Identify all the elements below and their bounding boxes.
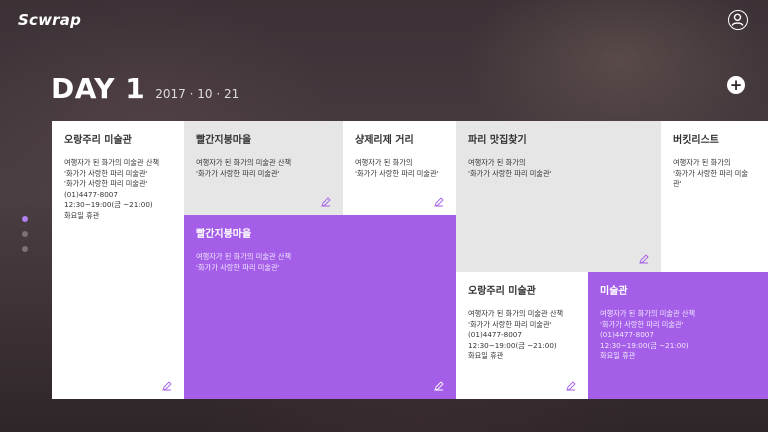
card-title: 샹제리제 거리 (355, 135, 414, 146)
page-indicator (22, 216, 28, 252)
add-card-button[interactable]: + (727, 76, 745, 94)
schedule-card[interactable]: 오랑주리 미술관 여행자가 된 화가의 미술관 산책 '화가가 사랑한 파리 미… (456, 272, 588, 399)
card-title: 파리 맛집찾기 (468, 135, 527, 146)
card-description: 여행자가 된 화가의 '화가가 사랑한 파리 미술관' (673, 158, 748, 188)
edit-pencil-icon[interactable] (162, 381, 172, 391)
edit-pencil-icon[interactable] (434, 197, 444, 207)
schedule-card[interactable]: 미술관 여행자가 된 화가의 미술관 산책 '화가가 사랑한 파리 미술관' (… (588, 272, 768, 399)
day-header: DAY 1 2017 · 10 · 21 (51, 72, 239, 105)
page-dot-2[interactable] (22, 231, 28, 237)
card-title: 미술관 (600, 286, 628, 297)
card-description: 여행자가 된 화가의 미술관 산책 '화가가 사랑한 파리 미술관' (01)4… (468, 309, 564, 360)
day-date: 2017 · 10 · 21 (155, 87, 240, 101)
page-dot-1[interactable] (22, 216, 28, 222)
top-bar: Scwrap (0, 0, 768, 40)
edit-pencil-icon[interactable] (321, 197, 331, 207)
card-description: 여행자가 된 화가의 미술관 산책 '화가가 사랑한 파리 미술관' (01)4… (600, 309, 696, 360)
user-profile-icon[interactable] (728, 10, 748, 30)
card-description: 여행자가 된 화가의 '화가가 사랑한 파리 미술관' (468, 158, 552, 178)
schedule-card[interactable]: 샹제리제 거리 여행자가 된 화가의 '화가가 사랑한 파리 미술관' (343, 121, 456, 215)
card-description: 여행자가 된 화가의 미술관 산책 '화가가 사랑한 파리 미술관' '화가가 … (64, 158, 160, 220)
edit-pencil-icon[interactable] (434, 381, 444, 391)
schedule-card[interactable]: 빨간지붕마을 여행자가 된 화가의 미술관 산책 '화가가 사랑한 파리 미술관… (184, 121, 343, 215)
card-title: 빨간지붕마을 (196, 135, 252, 146)
schedule-card[interactable]: 버킷리스트 여행자가 된 화가의 '화가가 사랑한 파리 미술관' (661, 121, 768, 272)
card-description: 여행자가 된 화가의 미술관 산책 '화가가 사랑한 파리 미술관' (196, 158, 292, 178)
card-title: 오랑주리 미술관 (64, 135, 132, 146)
card-title: 오랑주리 미술관 (468, 286, 536, 297)
schedule-card[interactable]: 오랑주리 미술관 여행자가 된 화가의 미술관 산책 '화가가 사랑한 파리 미… (52, 121, 184, 399)
edit-pencil-icon[interactable] (566, 381, 576, 391)
card-title: 버킷리스트 (673, 135, 719, 146)
edit-pencil-icon[interactable] (639, 254, 649, 264)
card-title: 빨간지붕마을 (196, 229, 252, 240)
card-description: 여행자가 된 화가의 미술관 산책 '화가가 사랑한 파리 미술관' (196, 252, 292, 272)
schedule-card[interactable]: 파리 맛집찾기 여행자가 된 화가의 '화가가 사랑한 파리 미술관' (456, 121, 661, 272)
page-dot-3[interactable] (22, 246, 28, 252)
card-description: 여행자가 된 화가의 '화가가 사랑한 파리 미술관' (355, 158, 439, 178)
schedule-card[interactable]: 빨간지붕마을 여행자가 된 화가의 미술관 산책 '화가가 사랑한 파리 미술관… (184, 215, 456, 399)
day-title: DAY 1 (51, 72, 146, 105)
app-logo[interactable]: Scwrap (18, 11, 81, 29)
